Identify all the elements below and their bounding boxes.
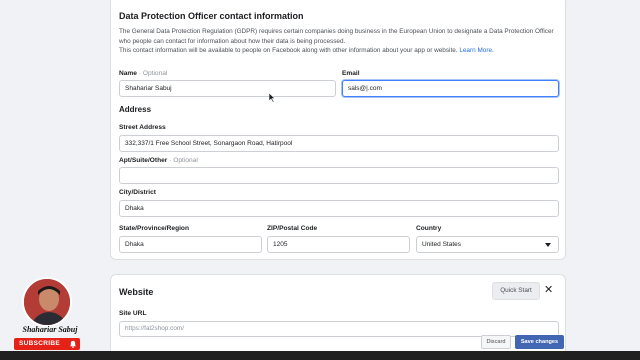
state-field[interactable]: Dhaka: [119, 236, 262, 253]
email-label: Email: [342, 70, 360, 77]
name-optional: · Optional: [138, 70, 168, 77]
apt-label: Apt/Suite/Other · Optional: [119, 157, 198, 164]
discard-button[interactable]: Discard: [481, 335, 511, 349]
name-label: Name · Optional: [119, 70, 167, 77]
save-changes-button[interactable]: Save changes: [515, 335, 564, 349]
dpo-description-text-2: This contact information will be availab…: [119, 47, 458, 55]
dpo-description-text: The General Data Protection Regulation (…: [119, 28, 554, 45]
apt-label-text: Apt/Suite/Other: [119, 157, 168, 164]
apt-field[interactable]: [119, 167, 559, 184]
state-label: State/Province/Region: [119, 225, 189, 232]
dpo-description: The General Data Protection Regulation (…: [119, 27, 559, 56]
site-url-label: Site URL: [119, 310, 147, 317]
street-label: Street Address: [119, 124, 166, 131]
subscribe-button[interactable]: SUBSCRIBE: [14, 338, 80, 350]
bell-icon: [70, 340, 76, 348]
country-value: United States: [422, 241, 462, 248]
taskbar: [0, 351, 640, 360]
city-field[interactable]: Dhaka: [119, 200, 559, 217]
channel-name: Shahariar Sabuj: [22, 325, 78, 334]
address-title: Address: [119, 105, 152, 114]
name-field[interactable]: Shahariar Sabuj: [119, 80, 336, 97]
learn-more-link[interactable]: Learn More.: [459, 47, 493, 54]
quick-start-button[interactable]: Quick Start: [492, 282, 540, 300]
email-field[interactable]: sals@|.com: [342, 80, 559, 97]
country-select[interactable]: United States: [416, 236, 559, 253]
website-title: Website: [119, 287, 154, 297]
zip-label: ZIP/Postal Code: [267, 225, 318, 232]
subscribe-label: SUBSCRIBE: [19, 340, 60, 347]
close-icon[interactable]: ✕: [544, 284, 553, 296]
apt-optional: · Optional: [169, 157, 198, 164]
street-field[interactable]: 332,337/1 Free School Street, Sonargaon …: [119, 135, 559, 152]
country-label: Country: [416, 225, 442, 232]
city-label: City/District: [119, 189, 157, 196]
avatar: [22, 277, 72, 327]
name-label-text: Name: [119, 70, 137, 77]
dpo-card: Data Protection Officer contact informat…: [110, 0, 566, 260]
dpo-title: Data Protection Officer contact informat…: [119, 11, 304, 21]
zip-field[interactable]: 1205: [267, 236, 410, 253]
chevron-down-icon: [545, 243, 551, 247]
